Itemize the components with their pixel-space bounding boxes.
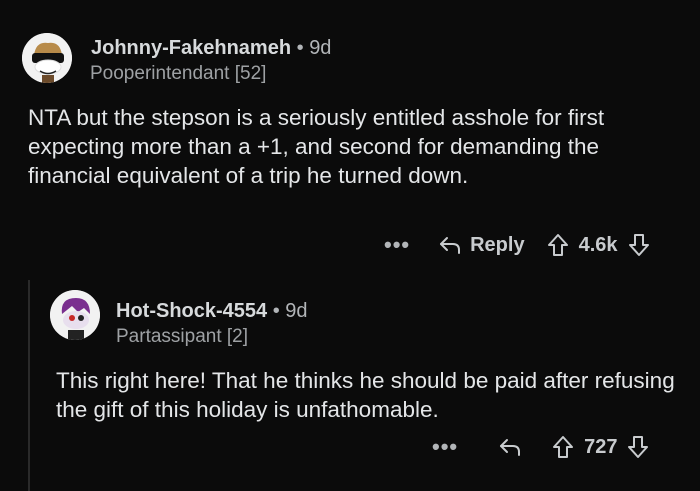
vote-score: 727 — [584, 435, 618, 458]
vote-score: 4.6k — [578, 233, 618, 256]
downvote-icon[interactable] — [628, 233, 650, 257]
comment-1: Johnny-Fakehnameh • 9d Pooperintendant [… — [0, 0, 700, 280]
comment-header: Johnny-Fakehnameh • 9d — [91, 37, 331, 60]
upvote-icon[interactable] — [547, 233, 569, 257]
username[interactable]: Hot-Shock-4554 — [116, 300, 267, 322]
comment-age: 9d — [285, 300, 308, 322]
reply-label: Reply — [470, 233, 525, 256]
username[interactable]: Johnny-Fakehnameh — [91, 37, 291, 59]
user-flair: Partassipant [2] — [116, 326, 249, 347]
thread-line[interactable] — [28, 280, 30, 491]
reply-icon[interactable] — [498, 437, 522, 457]
comment-actions: ••• Reply 4.6k — [384, 232, 650, 258]
comment-body: NTA but the stepson is a seriously entit… — [28, 105, 605, 188]
snoo-avatar-icon — [50, 290, 100, 340]
upvote-icon[interactable] — [552, 435, 574, 459]
comment-age: 9d — [309, 37, 332, 59]
comment-actions: ••• 727 — [432, 434, 649, 460]
more-options-button[interactable]: ••• — [384, 232, 410, 258]
downvote-icon[interactable] — [627, 435, 649, 459]
comment-reply-1: Hot-Shock-4554 • 9d Partassipant [2] Thi… — [0, 280, 700, 491]
reply-button[interactable]: Reply — [438, 233, 525, 257]
avatar[interactable] — [50, 290, 100, 340]
user-flair: Pooperintendant [52] — [90, 63, 267, 84]
avatar[interactable] — [22, 33, 72, 83]
separator-dot: • — [272, 300, 280, 322]
more-options-button[interactable]: ••• — [432, 434, 458, 460]
snoo-avatar-icon — [22, 33, 72, 83]
reply-icon — [440, 237, 461, 254]
separator-dot: • — [296, 37, 304, 59]
comment-body: This right here! That he thinks he shoul… — [56, 368, 675, 422]
comment-header: Hot-Shock-4554 • 9d — [116, 300, 308, 323]
